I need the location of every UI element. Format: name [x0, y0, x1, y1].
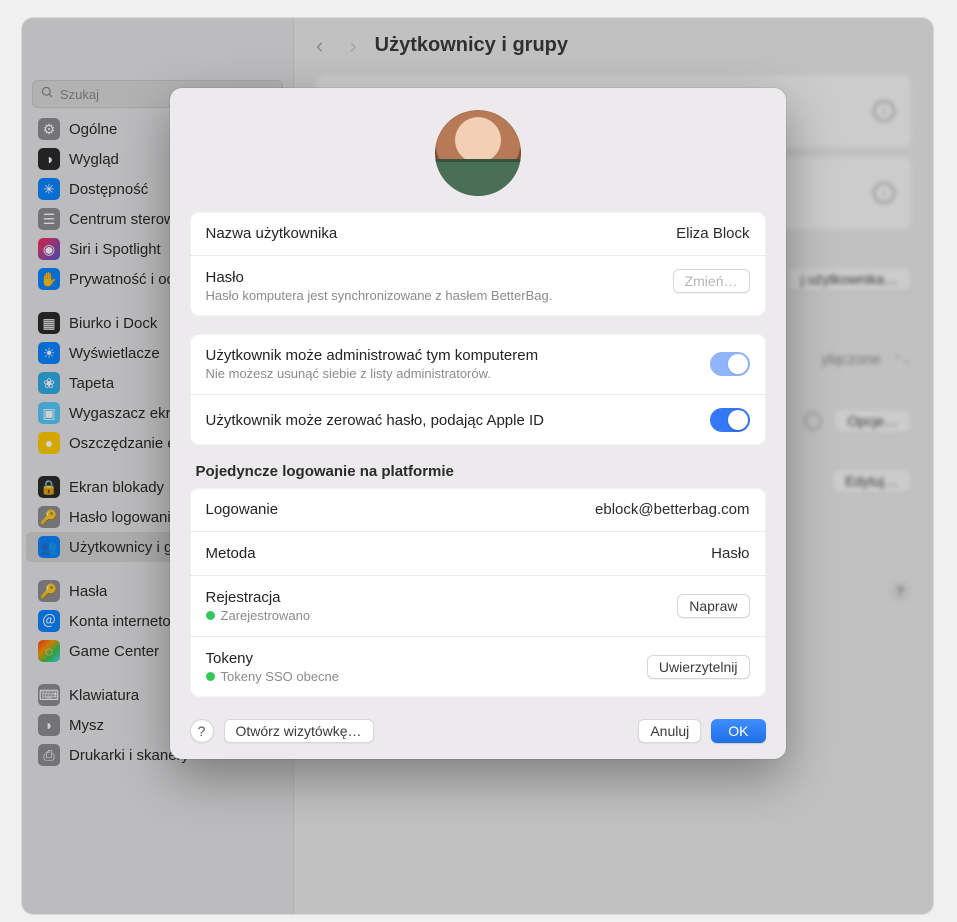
authenticate-button[interactable]: Uwierzytelnij — [647, 655, 750, 679]
cancel-button[interactable]: Anuluj — [638, 719, 701, 743]
password-sublabel: Hasło komputera jest synchronizowane z h… — [206, 288, 657, 303]
sso-method-label: Metoda — [206, 545, 696, 562]
sso-heading: Pojedyncze logowanie na platformie — [190, 463, 766, 488]
reset-with-appleid-label: Użytkownik może zerować hasło, podając A… — [206, 412, 694, 429]
user-details-sheet: Nazwa użytkownika Eliza Block Hasło Hasł… — [170, 88, 786, 759]
sso-method-value: Hasło — [711, 545, 749, 562]
sso-registration-label: Rejestracja — [206, 589, 662, 606]
modal-overlay: Nazwa użytkownika Eliza Block Hasło Hasł… — [22, 18, 933, 914]
admin-toggle[interactable] — [710, 352, 750, 376]
sso-registration-status: Zarejestrowano — [206, 608, 662, 623]
admin-label: Użytkownik może administrować tym komput… — [206, 347, 694, 364]
sso-login-value: eblock@betterbag.com — [595, 501, 749, 518]
sso-login-label: Logowanie — [206, 501, 580, 518]
account-panel: Nazwa użytkownika Eliza Block Hasło Hasł… — [190, 212, 766, 316]
user-avatar[interactable] — [435, 110, 521, 196]
status-dot-icon — [206, 672, 215, 681]
permissions-panel: Użytkownik może administrować tym komput… — [190, 334, 766, 445]
open-card-button[interactable]: Otwórz wizytówkę… — [224, 719, 374, 743]
ok-button[interactable]: OK — [711, 719, 765, 743]
change-password-button[interactable]: Zmień… — [673, 269, 750, 293]
sso-tokens-label: Tokeny — [206, 650, 631, 667]
password-label: Hasło — [206, 269, 657, 286]
help-button[interactable]: ? — [190, 719, 214, 743]
settings-window: Szukaj ⚙Ogólne◑Wygląd✳Dostępność☰Centrum… — [22, 18, 933, 914]
status-dot-icon — [206, 611, 215, 620]
reset-appleid-toggle[interactable] — [710, 408, 750, 432]
sso-panel: Logowanie eblock@betterbag.com Metoda Ha… — [190, 488, 766, 697]
admin-sublabel: Nie możesz usunąć siebie z listy adminis… — [206, 366, 694, 381]
username-label: Nazwa użytkownika — [206, 225, 661, 242]
repair-registration-button[interactable]: Napraw — [677, 594, 749, 618]
username-value: Eliza Block — [676, 225, 749, 242]
sheet-footer: ? Otwórz wizytówkę… Anuluj OK — [190, 715, 766, 743]
sso-tokens-status: Tokeny SSO obecne — [206, 669, 631, 684]
